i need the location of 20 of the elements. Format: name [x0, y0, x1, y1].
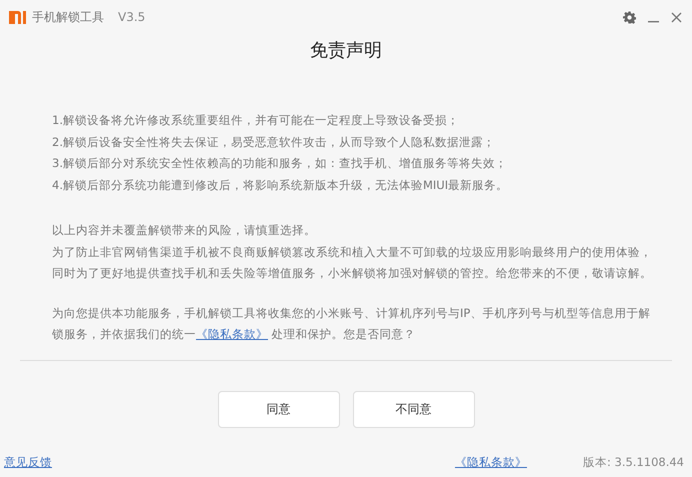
risk-item: 1.解锁设备将允许修改系统重要组件，并有可能在一定程度上导致设备受损； — [52, 112, 460, 129]
agree-button[interactable]: 同意 — [218, 390, 340, 428]
dialog-heading: 免责声明 — [309, 39, 383, 62]
feedback-link[interactable]: 意见反馈 — [4, 454, 52, 470]
close-icon[interactable] — [671, 12, 682, 22]
privacy-link[interactable]: 《隐私条款》 — [454, 454, 527, 470]
notice-text: 为了防止非官网销售渠道手机被不良商贩解锁篡改系统和植入大量不可卸载的垃圾应用影响最终用户的使用体验， — [52, 244, 653, 260]
app-title: 手机解锁工具 — [32, 8, 104, 26]
disagree-button[interactable]: 不同意 — [352, 390, 474, 428]
risk-item: 4.解锁后部分系统功能遭到修改后，将影响系统新版本升级，无法体验MIUI最新服务。 — [52, 176, 510, 194]
privacy-link[interactable]: 《隐私条款》 — [196, 327, 268, 341]
risk-item: 2.解锁后设备安全性将失去保证，易受恶意软件攻击，从而导致个人隐私数据泄露； — [52, 134, 496, 150]
logo-icon — [9, 10, 26, 24]
app-version: V3.5 — [118, 10, 146, 24]
notice-text: 同时为了更好地提供查找手机和丢失险等增值服务，小米解锁将加强对解锁的管控。给您带来的不便，敬请谅解。 — [52, 265, 653, 282]
settings-icon[interactable] — [623, 10, 636, 24]
risk-item: 3.解锁后部分对系统安全性依赖高的功能和服务，如：查找手机、增值服务等将失效； — [52, 155, 508, 172]
notice-text: 以上内容并未覆盖解锁带来的风险，请慎重选择。 — [52, 222, 317, 239]
version-label: 版本: 3.5.1108.44 — [582, 454, 684, 470]
consent-text: 为向您提供本功能服务，手机解锁工具将收集您的小米账号、计算机序列号与IP、手机序列号与机型等信息用于解锁服务，并依据我们的统一《隐私条款》 处理和保护。您是否同意？ — [52, 304, 652, 343]
